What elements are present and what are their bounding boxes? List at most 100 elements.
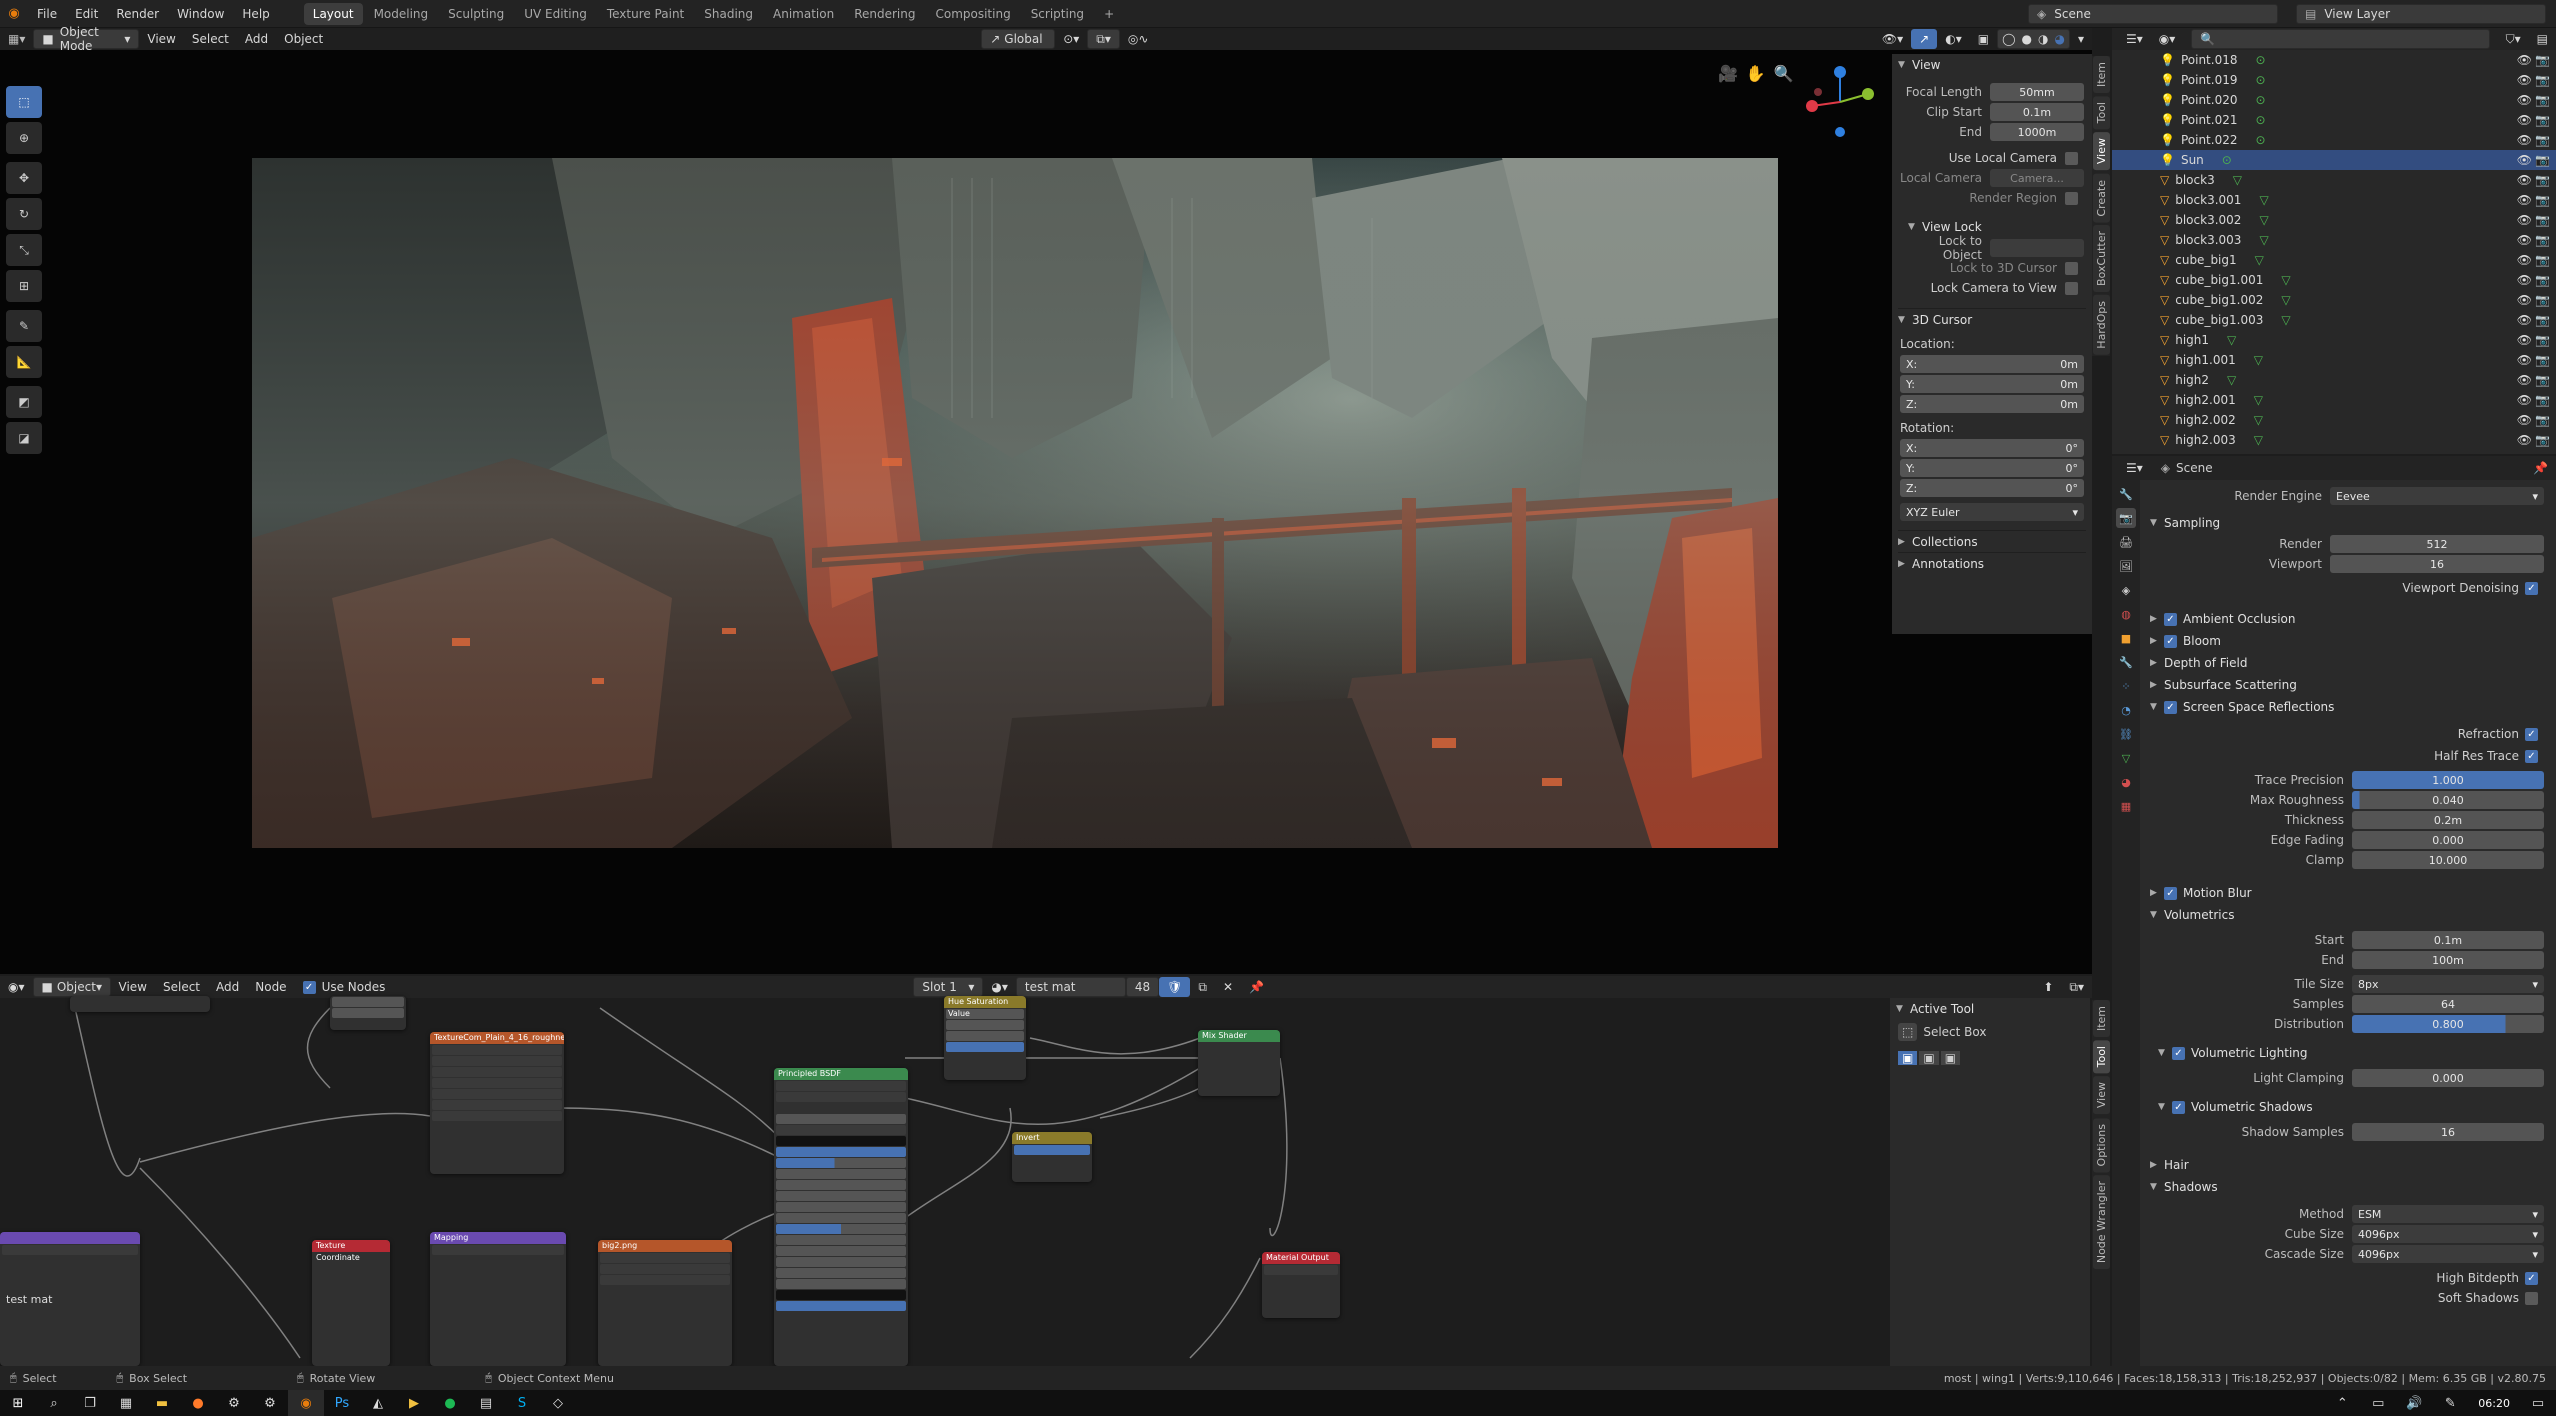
transform-tool-icon[interactable]: ⊞ <box>6 270 42 302</box>
xray-toggle-icon[interactable]: ▣ <box>1970 29 1997 49</box>
3d-cursor-header[interactable]: ▼ 3D Cursor <box>1898 308 2086 330</box>
outliner-row[interactable]: ▽ high1.001 ▽ 👁 📷 <box>2112 350 2556 370</box>
outliner-row[interactable]: ▽ block3.001 ▽ 👁 📷 <box>2112 190 2556 210</box>
half-res-checkbox[interactable]: ✓ <box>2525 749 2538 763</box>
trace-precision-slider[interactable]: 1.000 <box>2352 771 2544 789</box>
node-row[interactable] <box>432 1245 564 1255</box>
box-cutter-tool-icon[interactable]: ◩ <box>6 386 42 418</box>
inkscape-icon[interactable]: ◭ <box>360 1390 396 1416</box>
node-row[interactable] <box>776 1147 906 1157</box>
node-row[interactable] <box>432 1089 562 1099</box>
node-texture-coordinate[interactable]: Texture Coordinate <box>312 1240 390 1366</box>
node-row[interactable] <box>432 1111 562 1121</box>
new-collection-icon[interactable]: ▤ <box>2529 29 2556 49</box>
mesh-data-icon[interactable]: ▽ <box>2254 353 2263 367</box>
sidebar-tab-item[interactable]: Item <box>2092 56 2110 94</box>
visibility-eye-icon[interactable]: 👁 <box>2517 233 2532 247</box>
ambient-occlusion-header[interactable]: ▶ ✓ Ambient Occlusion <box>2150 608 2546 630</box>
shading-options-icon[interactable]: ▾ <box>2070 29 2092 49</box>
render-camera-icon[interactable]: 📷 <box>2535 53 2550 67</box>
notification-icon[interactable]: ▭ <box>2520 1390 2556 1416</box>
pan-hand-icon[interactable]: ✋ <box>1746 64 1766 83</box>
tile-size-dropdown[interactable]: 8px ▾ <box>2352 975 2544 993</box>
mesh-data-icon[interactable]: ▽ <box>2227 373 2236 387</box>
mesh-data-icon[interactable]: ▽ <box>2281 313 2290 327</box>
node-menu-select[interactable]: Select <box>155 977 208 997</box>
visibility-eye-icon[interactable]: 👁 <box>2517 433 2532 447</box>
ssr-header[interactable]: ▼ ✓ Screen Space Reflections <box>2150 696 2546 718</box>
sidebar-tab-create[interactable]: Create <box>2092 173 2110 223</box>
light-clamping-field[interactable]: 0.000 <box>2352 1069 2544 1087</box>
viewport-denoising-checkbox[interactable]: ✓ <box>2525 581 2538 595</box>
rendered-shading-icon[interactable]: ◕ <box>2054 32 2064 46</box>
node-row[interactable] <box>600 1253 730 1263</box>
mesh-data-icon[interactable]: ▽ <box>2227 333 2236 347</box>
node-row[interactable] <box>2 1245 138 1255</box>
constraint-tab-icon[interactable]: ⛓ <box>2116 724 2136 744</box>
pivot-icon[interactable]: ⊙▾ <box>1055 29 1087 49</box>
node-row[interactable] <box>946 1042 1024 1052</box>
tab-sculpting[interactable]: Sculpting <box>439 3 513 25</box>
shading-mode-buttons[interactable]: ◯ ● ◑ ◕ <box>1997 29 2070 49</box>
slot-dropdown[interactable]: Slot 1 ▾ <box>913 977 984 997</box>
output-tab-icon[interactable]: 🖨 <box>2116 532 2136 552</box>
render-camera-icon[interactable]: 📷 <box>2535 433 2550 447</box>
mode-dropdown[interactable]: ■ Object Mode ▾ <box>33 25 140 53</box>
select-new-icon[interactable]: ▣ <box>1898 1051 1918 1065</box>
node-row[interactable] <box>776 1202 906 1212</box>
outliner-search-input[interactable]: 🔍 <box>2191 29 2490 49</box>
volumetrics-header[interactable]: ▼ Volumetrics <box>2150 904 2546 926</box>
cursor-loc-y-field[interactable]: Y: 0m <box>1900 375 2084 393</box>
select-box-row[interactable]: ⬚ Select Box <box>1898 1020 2082 1044</box>
node-mapping[interactable]: Mapping <box>430 1232 566 1366</box>
network-icon[interactable]: ▭ <box>2360 1390 2396 1416</box>
mesh-data-icon[interactable]: ▽ <box>2254 393 2263 407</box>
axis-gizmo-icon[interactable] <box>1800 62 1880 142</box>
outliner-row[interactable]: ▽ cube_big1.003 ▽ 👁 📷 <box>2112 310 2556 330</box>
lock-camera-checkbox[interactable] <box>2065 281 2078 295</box>
particles-tab-icon[interactable]: ⁘ <box>2116 676 2136 696</box>
max-roughness-slider[interactable]: 0.040 <box>2352 791 2544 809</box>
visibility-eye-icon[interactable]: 👁 <box>2517 253 2532 267</box>
node-row[interactable] <box>776 1279 906 1289</box>
blender-logo-icon[interactable]: ◉ <box>0 1 28 27</box>
node-row[interactable] <box>776 1213 906 1223</box>
node-row[interactable] <box>332 997 404 1007</box>
outliner-row[interactable]: ▽ cube_big1.001 ▽ 👁 📷 <box>2112 270 2556 290</box>
node-image-texture-1[interactable]: TextureCom_Plain_4_16_roughness.tif <box>430 1032 564 1174</box>
viewport-area[interactable]: ▦▾ ■ Object Mode ▾ View Select Add Object … <box>0 25 2092 974</box>
node-row[interactable] <box>332 1008 404 1018</box>
node-row[interactable] <box>1014 1145 1090 1155</box>
node-material-output[interactable]: Material Output <box>1262 1252 1340 1318</box>
node-tab-tool[interactable]: Tool <box>2092 1040 2110 1074</box>
zoom-icon[interactable]: 🔍 <box>1774 64 1794 83</box>
solid-shading-icon[interactable]: ● <box>2022 32 2032 46</box>
soft-shadows-checkbox[interactable] <box>2525 1291 2538 1305</box>
menu-help[interactable]: Help <box>233 0 278 28</box>
node-tab-item[interactable]: Item <box>2092 1000 2110 1038</box>
cursor-tool-icon[interactable]: ⊕ <box>6 122 42 154</box>
outliner-row[interactable]: 💡 Point.020 ⊙ 👁 📷 <box>2112 90 2556 110</box>
render-camera-icon[interactable]: 📷 <box>2535 413 2550 427</box>
node-row[interactable] <box>776 1268 906 1278</box>
render-camera-icon[interactable]: 📷 <box>2535 193 2550 207</box>
visibility-eye-icon[interactable]: 👁 <box>2517 393 2532 407</box>
outliner-row[interactable]: ▽ high2.001 ▽ 👁 📷 <box>2112 390 2556 410</box>
tab-uv-editing[interactable]: UV Editing <box>515 3 596 25</box>
render-camera-icon[interactable]: 📷 <box>2535 293 2550 307</box>
render-camera-icon[interactable]: 📷 <box>2535 353 2550 367</box>
visibility-eye-icon[interactable]: 👁 <box>2517 213 2532 227</box>
proportional-edit-icon[interactable]: ◎∿ <box>1120 29 1157 49</box>
snap-icon[interactable]: ⧉▾ <box>1087 29 1120 49</box>
render-camera-icon[interactable]: 📷 <box>2535 273 2550 287</box>
object-tab-icon[interactable]: ■ <box>2116 628 2136 648</box>
cursor-rot-y-field[interactable]: Y: 0° <box>1900 459 2084 477</box>
view-panel-header[interactable]: ▼ View <box>1898 54 2086 76</box>
outliner-row[interactable]: ▽ cube_big1 ▽ 👁 📷 <box>2112 250 2556 270</box>
outliner-row[interactable]: ▽ high2.003 ▽ 👁 📷 <box>2112 430 2556 450</box>
sidebar-tab-view[interactable]: View <box>2092 132 2110 171</box>
node-row[interactable] <box>432 1078 562 1088</box>
render-camera-icon[interactable]: 📷 <box>2535 113 2550 127</box>
cursor-rot-z-field[interactable]: Z: 0° <box>1900 479 2084 497</box>
node-row[interactable] <box>776 1158 906 1168</box>
